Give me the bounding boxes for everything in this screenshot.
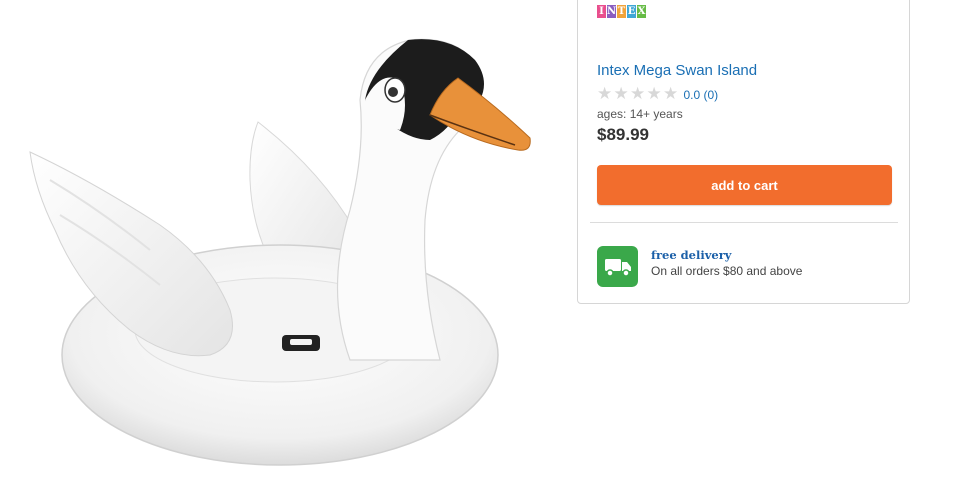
- product-purchase-panel: I N T E X Intex Mega Swan Island ★ ★ ★ ★…: [577, 0, 910, 304]
- rating-stars: ★ ★ ★ ★ ★: [597, 86, 680, 103]
- product-title[interactable]: Intex Mega Swan Island: [597, 62, 757, 79]
- brand-letter: E: [627, 5, 636, 18]
- truck-icon: [597, 246, 638, 287]
- star-icon: ★: [663, 84, 679, 104]
- brand-letter: T: [617, 5, 626, 18]
- brand-letter: X: [637, 5, 646, 18]
- brand-letter: I: [597, 5, 606, 18]
- brand-letter: N: [607, 5, 617, 18]
- rating-count[interactable]: 0.0 (0): [684, 88, 719, 102]
- divider: [590, 222, 898, 223]
- free-delivery-subtitle: On all orders $80 and above: [651, 264, 803, 278]
- star-icon: ★: [646, 84, 662, 104]
- add-to-cart-button[interactable]: add to cart: [597, 165, 892, 205]
- brand-logo[interactable]: I N T E X: [597, 5, 646, 18]
- star-icon: ★: [613, 84, 629, 104]
- product-price: $89.99: [597, 125, 649, 144]
- product-rating[interactable]: ★ ★ ★ ★ ★ 0.0 (0): [597, 86, 718, 103]
- star-icon: ★: [597, 84, 613, 104]
- free-delivery-title[interactable]: free delivery: [651, 248, 731, 262]
- star-icon: ★: [630, 84, 646, 104]
- product-image: [20, 30, 540, 470]
- age-range: ages: 14+ years: [597, 107, 683, 121]
